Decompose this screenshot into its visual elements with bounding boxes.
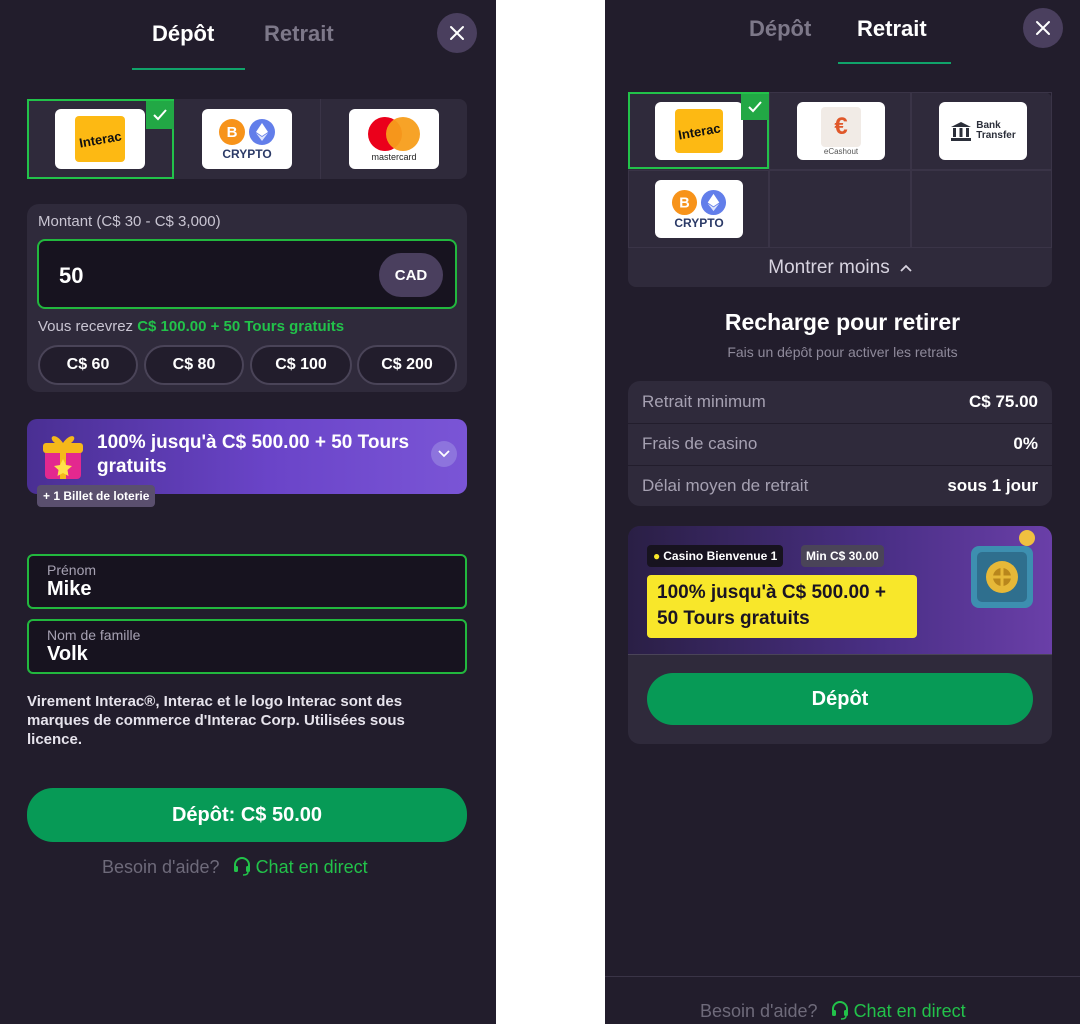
close-button[interactable]: [1023, 8, 1063, 48]
bonus-banner[interactable]: 100% jusqu'à C$ 500.00 + 50 Tours gratui…: [27, 419, 467, 494]
deposit-submit-button[interactable]: Dépôt: C$ 50.00: [27, 788, 467, 842]
amount-card: Montant (C$ 30 - C$ 3,000) 50 CAD Vous r…: [27, 204, 467, 392]
method-interac[interactable]: Interac: [27, 99, 174, 179]
amount-value: 50: [59, 263, 84, 288]
preset-amount[interactable]: C$ 80: [144, 345, 244, 385]
withdraw-panel: Dépôt Retrait Interac € eCashout Bank Tr…: [605, 0, 1080, 1024]
active-tab-indicator: [838, 62, 951, 64]
close-icon: [1036, 21, 1050, 35]
amount-label: Montant (C$ 30 - C$ 3,000): [38, 213, 221, 230]
mastercard-logo: mastercard: [349, 109, 439, 169]
info-row: Délai moyen de retrait sous 1 jour: [642, 476, 1038, 495]
payment-methods-grid: Interac B CRYPTO mastercard: [27, 99, 467, 179]
method-ecashout[interactable]: € eCashout: [769, 92, 911, 170]
last-name-field[interactable]: Nom de famille Volk: [27, 619, 467, 674]
bitcoin-icon: B: [219, 118, 245, 145]
bank-transfer-logo: Bank Transfer: [939, 102, 1027, 160]
tab-withdraw[interactable]: Retrait: [857, 16, 927, 42]
crypto-logo: B CRYPTO: [202, 109, 292, 169]
bonus-title: 100% jusqu'à C$ 500.00 + 50 Tours gratui…: [97, 432, 410, 477]
lottery-ticket-badge: + 1 Billet de loterie: [37, 485, 156, 507]
active-tab-indicator: [132, 68, 245, 70]
ecashout-logo: € eCashout: [797, 102, 885, 160]
bitcoin-icon: B: [671, 189, 698, 215]
amount-input[interactable]: 50 CAD: [37, 239, 457, 309]
selected-check-icon: [146, 101, 174, 129]
svg-text:B: B: [227, 124, 238, 141]
cherry-icon: ●: [653, 549, 661, 563]
receive-info: Vous recevrez C$ 100.00 + 50 Tours gratu…: [38, 318, 345, 335]
mastercard-icon: [368, 117, 420, 151]
help-text: Besoin d'aide?: [102, 857, 220, 877]
withdraw-methods-grid: Interac € eCashout Bank Transfer B CRYPT…: [628, 92, 1052, 287]
method-crypto[interactable]: B CRYPTO: [628, 170, 769, 248]
last-name-label: Nom de famille: [47, 627, 141, 643]
interac-logo: Interac: [655, 102, 743, 160]
help-text: Besoin d'aide?: [700, 1001, 818, 1021]
gift-icon: [43, 436, 83, 479]
method-mastercard[interactable]: mastercard: [321, 99, 467, 179]
live-chat-link[interactable]: Chat en direct: [233, 857, 368, 877]
selected-check-icon: [741, 94, 769, 120]
tab-withdraw[interactable]: Retrait: [264, 21, 334, 47]
headset-icon: [233, 857, 250, 876]
preset-amount[interactable]: C$ 60: [38, 345, 138, 385]
method-bank-transfer[interactable]: Bank Transfer: [911, 92, 1052, 170]
preset-amount[interactable]: C$ 100: [250, 345, 352, 385]
recharge-subtitle: Fais un dépôt pour activer les retraits: [727, 344, 958, 360]
footer-divider: [605, 976, 1080, 977]
promo-card: ● Casino Bienvenue 1 Min C$ 30.00 100% ju…: [628, 526, 1052, 744]
preset-amount[interactable]: C$ 200: [357, 345, 457, 385]
tab-deposit[interactable]: Dépôt: [152, 21, 214, 47]
help-line: Besoin d'aide? Chat en direct: [102, 856, 368, 878]
promo-title: 100% jusqu'à C$ 500.00 + 50 Tours gratui…: [647, 575, 917, 638]
empty-slot: [769, 170, 911, 248]
method-crypto[interactable]: B CRYPTO: [174, 99, 321, 179]
show-less-button[interactable]: Montrer moins: [628, 248, 1052, 287]
tab-deposit[interactable]: Dépôt: [749, 16, 811, 42]
help-line: Besoin d'aide? Chat en direct: [700, 1000, 966, 1022]
safe-icon: [971, 530, 1035, 608]
first-name-field[interactable]: Prénom Mike: [27, 554, 467, 609]
live-chat-link[interactable]: Chat en direct: [831, 1001, 966, 1021]
deposit-panel: Dépôt Retrait Interac B CRYPTO mastercar…: [0, 0, 496, 1024]
withdraw-info-table: Retrait minimum C$ 75.00 Frais de casino 0…: [628, 381, 1052, 506]
svg-text:B: B: [679, 195, 689, 211]
empty-slot: [911, 170, 1052, 248]
chevron-down-icon: [438, 450, 450, 458]
expand-bonus-button[interactable]: [431, 441, 457, 467]
close-button[interactable]: [437, 13, 477, 53]
chevron-up-icon: [900, 264, 912, 272]
headset-icon: [831, 1001, 848, 1020]
currency-button[interactable]: CAD: [379, 253, 443, 297]
promo-tag-min: Min C$ 30.00: [801, 545, 884, 567]
interac-disclaimer: Virement Interac®, Interac et le logo In…: [27, 693, 405, 748]
crypto-logo: B CRYPTO: [655, 180, 743, 238]
last-name-value: Volk: [47, 643, 88, 665]
withdraw-deposit-button[interactable]: Dépôt: [647, 673, 1033, 725]
info-row: Frais de casino 0%: [642, 434, 1038, 453]
ethereum-icon: [249, 118, 275, 145]
ethereum-icon: [700, 189, 727, 215]
bank-icon: [951, 122, 972, 141]
recharge-title: Recharge pour retirer: [724, 309, 961, 335]
promo-tag-casino: ● Casino Bienvenue 1: [647, 545, 784, 567]
first-name-value: Mike: [47, 578, 92, 600]
method-interac[interactable]: Interac: [628, 92, 769, 169]
first-name-label: Prénom: [47, 562, 97, 578]
info-row: Retrait minimum C$ 75.00: [642, 392, 1038, 411]
interac-logo: Interac: [55, 109, 145, 169]
close-icon: [450, 26, 464, 40]
